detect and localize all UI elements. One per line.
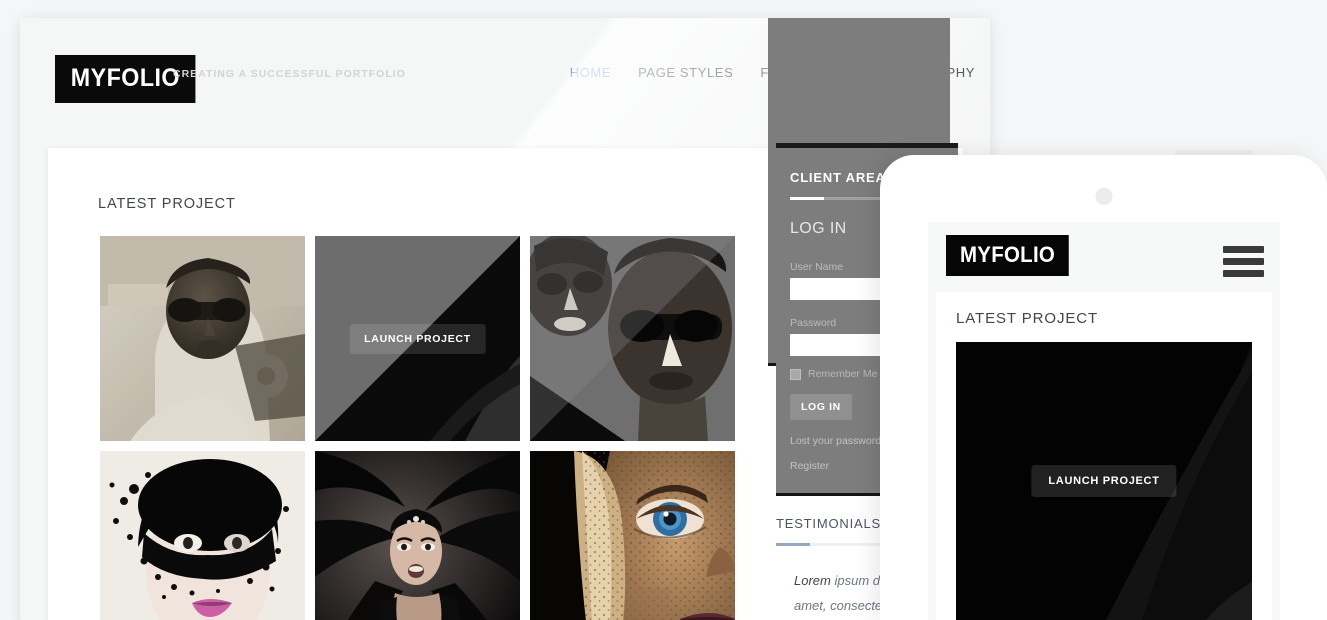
nav-item-home[interactable]: HOME xyxy=(570,65,611,80)
hamburger-bar-1 xyxy=(1223,246,1264,253)
thumbnail-image-3 xyxy=(530,236,735,441)
testimonials-title: TESTIMONIALS xyxy=(776,516,881,531)
page-title: LATEST PROJECT xyxy=(98,196,236,212)
thumbnail-image-4 xyxy=(100,451,305,620)
login-heading: LOG IN xyxy=(790,220,847,237)
testimonial-line1-strong: Lorem xyxy=(794,573,831,588)
client-area-title: CLIENT AREA xyxy=(790,170,886,185)
thumbnail-image-5 xyxy=(315,451,520,620)
project-thumbnail-man-sunglasses-car[interactable] xyxy=(100,236,305,441)
nav-item-page-styles[interactable]: PAGE STYLES xyxy=(638,65,733,80)
tablet-mockup: MYFOLIO LATEST PROJECT LAUNCH PROJECT xyxy=(880,155,1327,620)
project-thumbnail-flowing-hair[interactable] xyxy=(315,451,520,620)
site-tagline: CREATING A SUCCESSFUL PORTFOLIO xyxy=(173,68,406,80)
mobile-featured-project[interactable]: LAUNCH PROJECT xyxy=(956,342,1252,620)
mobile-page-title: LATEST PROJECT xyxy=(956,310,1099,327)
launch-project-button-desktop[interactable]: LAUNCH PROJECT xyxy=(349,323,486,354)
mobile-content: LATEST PROJECT LAUNCH PROJECT xyxy=(936,292,1272,620)
remember-me-label: Remember Me xyxy=(808,368,878,380)
username-label: User Name xyxy=(790,261,844,273)
thumbnail-image-1 xyxy=(100,236,305,441)
mobile-logo[interactable]: MYFOLIO xyxy=(946,235,1070,276)
mobile-header: MYFOLIO xyxy=(928,222,1280,292)
project-thumbnail-two-men[interactable] xyxy=(530,236,735,441)
password-label: Password xyxy=(790,317,837,329)
hamburger-bar-3 xyxy=(1223,270,1264,277)
screenshot-root: MYFOLIO CREATING A SUCCESSFUL PORTFOLIO … xyxy=(0,0,1327,620)
remember-me-checkbox[interactable] xyxy=(790,368,801,380)
lost-password-link[interactable]: Lost your password? xyxy=(790,435,887,447)
login-button[interactable]: LOG IN xyxy=(790,394,852,420)
remember-me-row[interactable]: Remember Me xyxy=(790,368,877,380)
panel-top-strip xyxy=(776,143,958,148)
project-thumbnail-freckled-face[interactable] xyxy=(530,451,735,620)
register-link[interactable]: Register xyxy=(790,460,829,472)
project-thumbnail-dark-diagonal[interactable]: LAUNCH PROJECT xyxy=(315,236,520,441)
hamburger-bar-2 xyxy=(1223,258,1264,265)
testimonial-line2: amet, consectetu xyxy=(794,598,893,614)
project-thumbnail-woman-ink-mask[interactable] xyxy=(100,451,305,620)
thumbnail-image-6 xyxy=(530,451,735,620)
tablet-camera-icon xyxy=(1095,188,1112,205)
hamburger-icon[interactable] xyxy=(1223,246,1264,282)
project-thumbnail-grid: LAUNCH PROJECT xyxy=(100,236,735,620)
launch-project-button-mobile[interactable]: LAUNCH PROJECT xyxy=(1031,465,1177,497)
tablet-screen: MYFOLIO LATEST PROJECT LAUNCH PROJECT xyxy=(928,222,1280,620)
